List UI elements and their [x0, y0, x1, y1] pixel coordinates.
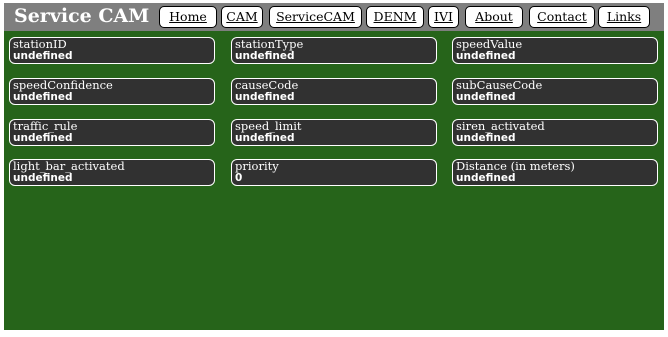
- nav-links-button[interactable]: Links: [598, 6, 650, 28]
- field-card-distance: Distance (in meters) undefined: [452, 159, 658, 186]
- field-card-speedconfidence: speedConfidence undefined: [9, 78, 215, 105]
- page-title: Service CAM: [14, 5, 150, 27]
- nav-contact-button[interactable]: Contact: [529, 6, 595, 28]
- nav-home-button[interactable]: Home: [159, 6, 217, 28]
- nav-servicecam-button[interactable]: ServiceCAM: [269, 6, 362, 28]
- field-value: undefined: [13, 172, 73, 184]
- field-value: undefined: [456, 91, 516, 103]
- field-card-causecode: causeCode undefined: [231, 78, 437, 105]
- nav-denm-button[interactable]: DENM: [366, 6, 424, 28]
- nav-about-button[interactable]: About: [465, 6, 523, 28]
- field-value: undefined: [456, 50, 516, 62]
- field-card-stationtype: stationType undefined: [231, 37, 437, 64]
- field-card-subcausecode: subCauseCode undefined: [452, 78, 658, 105]
- field-value: undefined: [456, 172, 516, 184]
- field-value: 0: [235, 172, 243, 184]
- field-card-stationid: stationID undefined: [9, 37, 215, 64]
- field-value: undefined: [13, 50, 73, 62]
- nav-cam-button[interactable]: CAM: [221, 6, 263, 28]
- field-value: undefined: [13, 132, 73, 144]
- field-value: undefined: [235, 132, 295, 144]
- field-card-siren-activated: siren_activated undefined: [452, 119, 658, 146]
- header-bar: Service CAM Home CAM ServiceCAM DENM IVI…: [4, 3, 664, 31]
- field-value: undefined: [235, 91, 295, 103]
- field-card-light-bar-activated: light_bar_activated undefined: [9, 159, 215, 186]
- field-card-speedvalue: speedValue undefined: [452, 37, 658, 64]
- field-value: undefined: [235, 50, 295, 62]
- field-value: undefined: [13, 91, 73, 103]
- field-card-traffic-rule: traffic_rule undefined: [9, 119, 215, 146]
- field-value: undefined: [456, 132, 516, 144]
- field-card-priority: priority 0: [231, 159, 437, 186]
- page-frame: Service CAM Home CAM ServiceCAM DENM IVI…: [4, 3, 664, 330]
- nav-ivi-button[interactable]: IVI: [428, 6, 459, 28]
- field-card-speed-limit: speed_limit undefined: [231, 119, 437, 146]
